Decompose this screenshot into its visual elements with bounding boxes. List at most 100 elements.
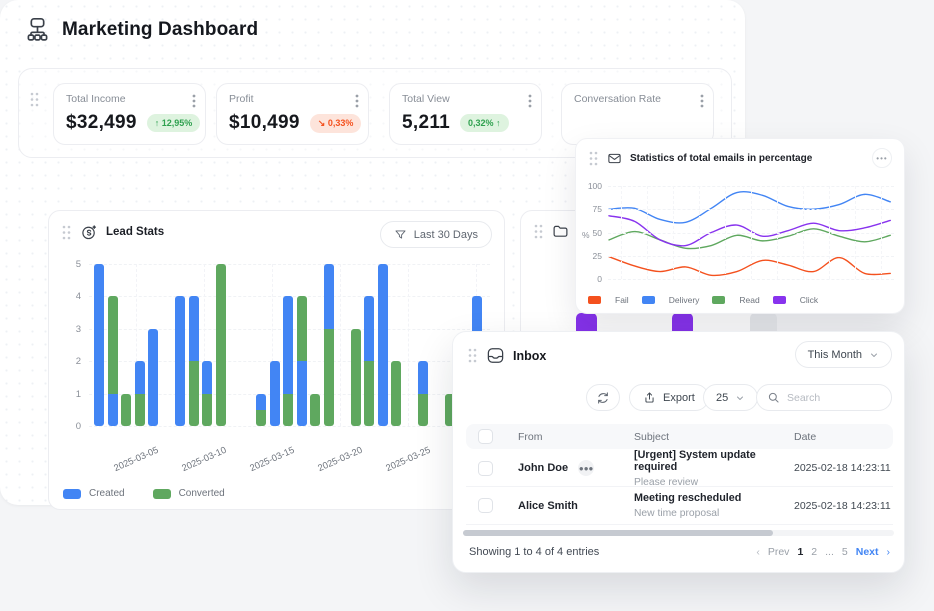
table-row[interactable]: Alice Smith Meeting rescheduledNew time … — [466, 487, 893, 525]
legend-swatch — [588, 296, 601, 304]
legend-item-click[interactable]: Click — [773, 295, 818, 305]
stat-card-total-income: Total Income $32,499 ↑ 12,95% — [53, 83, 206, 145]
page-ellipsis: ... — [825, 546, 834, 558]
drag-handle-icon[interactable] — [467, 347, 478, 364]
lead-legend: Created Converted — [63, 488, 225, 499]
lead-bar[interactable] — [175, 296, 185, 426]
drag-handle-icon[interactable] — [533, 223, 544, 240]
table-header-row: From Subject Date — [466, 424, 893, 449]
lead-bar[interactable] — [202, 361, 212, 426]
more-options-button[interactable]: ••• — [872, 148, 892, 168]
legend-item-read[interactable]: Read — [712, 295, 759, 305]
table-row[interactable]: John Doe●●● [Urgent] System update requi… — [466, 449, 893, 487]
legend-label: Delivery — [669, 295, 700, 305]
lead-bar[interactable] — [297, 296, 307, 426]
stat-value: 5,211 — [402, 112, 450, 134]
page-1[interactable]: 1 — [797, 546, 803, 558]
inbox-table: From Subject Date John Doe●●● [Urgent] S… — [466, 424, 893, 525]
horizontal-scrollbar-track[interactable] — [463, 530, 894, 536]
bar-segment-converted — [391, 361, 401, 426]
next-arrow[interactable]: › — [887, 546, 891, 558]
lead-bar[interactable] — [418, 361, 428, 426]
lead-bar[interactable] — [121, 394, 131, 426]
inbox-card: Inbox This Month Export 25 Search — [452, 331, 905, 573]
next-button[interactable]: Next — [856, 546, 879, 558]
legend-swatch — [773, 296, 786, 304]
lead-bar[interactable] — [324, 264, 334, 426]
series-line-fail — [609, 257, 890, 276]
kebab-menu-icon[interactable] — [700, 94, 704, 108]
bar-segment-created — [94, 264, 104, 426]
kebab-menu-icon[interactable] — [192, 94, 196, 108]
lead-bar[interactable] — [189, 296, 199, 426]
legend-item-created[interactable]: Created — [63, 488, 125, 499]
kebab-menu-icon[interactable] — [355, 94, 359, 108]
stat-card-total-view: Total View 5,211 0,32% ↑ — [389, 83, 542, 145]
bar-segment-converted — [189, 361, 199, 426]
stat-card-conversation-rate: Conversation Rate — [561, 83, 714, 145]
page-size-select[interactable]: 25 — [703, 384, 758, 411]
lead-bar[interactable] — [391, 361, 401, 426]
legend-swatch — [712, 296, 725, 304]
row-checkbox[interactable] — [478, 461, 493, 476]
gridline — [340, 264, 341, 426]
period-select[interactable]: This Month — [795, 341, 892, 368]
app-header: Marketing Dashboard — [24, 16, 258, 43]
stat-value: $32,499 — [66, 112, 137, 134]
gridline — [673, 186, 674, 279]
gridline — [89, 264, 490, 265]
select-all-checkbox[interactable] — [478, 429, 493, 444]
lead-bar[interactable] — [108, 296, 118, 426]
lead-bar[interactable] — [216, 264, 226, 426]
lead-bar[interactable] — [270, 361, 280, 426]
drag-handle-icon[interactable] — [588, 150, 599, 167]
legend-item-delivery[interactable]: Delivery — [642, 295, 700, 305]
trend-badge: 0,32% ↑ — [460, 114, 509, 132]
lead-bar[interactable] — [283, 296, 293, 426]
inbox-footer: Showing 1 to 4 of 4 entries ‹ Prev 1 2 .… — [469, 546, 890, 558]
bar-segment-created — [202, 361, 212, 393]
bar-segment-created — [378, 264, 388, 426]
x-axis-label: 2025-03-20 — [309, 441, 372, 476]
gridline — [408, 264, 409, 426]
lead-bar[interactable] — [148, 329, 158, 426]
lead-bar[interactable] — [351, 329, 361, 426]
lead-bar[interactable] — [378, 264, 388, 426]
entries-summary: Showing 1 to 4 of 4 entries — [469, 546, 599, 558]
page-5[interactable]: 5 — [842, 546, 848, 558]
legend-item-converted[interactable]: Converted — [153, 488, 225, 499]
search-input[interactable]: Search — [756, 384, 892, 411]
bar-segment-created — [175, 296, 185, 426]
email-preview: New time proposal — [634, 508, 794, 519]
legend-swatch — [642, 296, 655, 304]
sender-name: Alice Smith — [518, 500, 578, 512]
legend-swatch-created — [63, 489, 81, 499]
gridline — [699, 186, 700, 279]
bar-segment-created — [418, 361, 428, 393]
inbox-toolbar: Export 25 Search — [453, 384, 904, 411]
page-2[interactable]: 2 — [811, 546, 817, 558]
horizontal-scrollbar-thumb[interactable] — [463, 530, 773, 536]
page-title: Marketing Dashboard — [62, 19, 258, 41]
export-label: Export — [663, 392, 695, 404]
refresh-button[interactable] — [586, 384, 620, 411]
row-more-button[interactable]: ●●● — [578, 460, 594, 476]
prev-arrow[interactable]: ‹ — [756, 546, 760, 558]
legend-item-fail[interactable]: Fail — [588, 295, 629, 305]
export-button[interactable]: Export — [629, 384, 709, 411]
row-checkbox[interactable] — [478, 498, 493, 513]
kebab-menu-icon[interactable] — [528, 94, 532, 108]
lead-bar[interactable] — [310, 394, 320, 426]
lead-bar[interactable] — [94, 264, 104, 426]
trend-badge: ↘ 0,33% — [310, 114, 362, 133]
trend-badge: ↑ 12,95% — [147, 114, 201, 132]
drag-handle-icon[interactable] — [29, 91, 40, 108]
lead-bar[interactable] — [364, 296, 374, 426]
legend-label: Click — [800, 295, 818, 305]
lead-bar[interactable] — [256, 394, 266, 426]
lead-bar[interactable] — [135, 361, 145, 426]
legend-label: Created — [89, 488, 125, 499]
prev-button[interactable]: Prev — [768, 546, 790, 558]
legend-label: Read — [739, 295, 759, 305]
email-date: 2025-02-18 14:23:11 — [794, 500, 893, 512]
